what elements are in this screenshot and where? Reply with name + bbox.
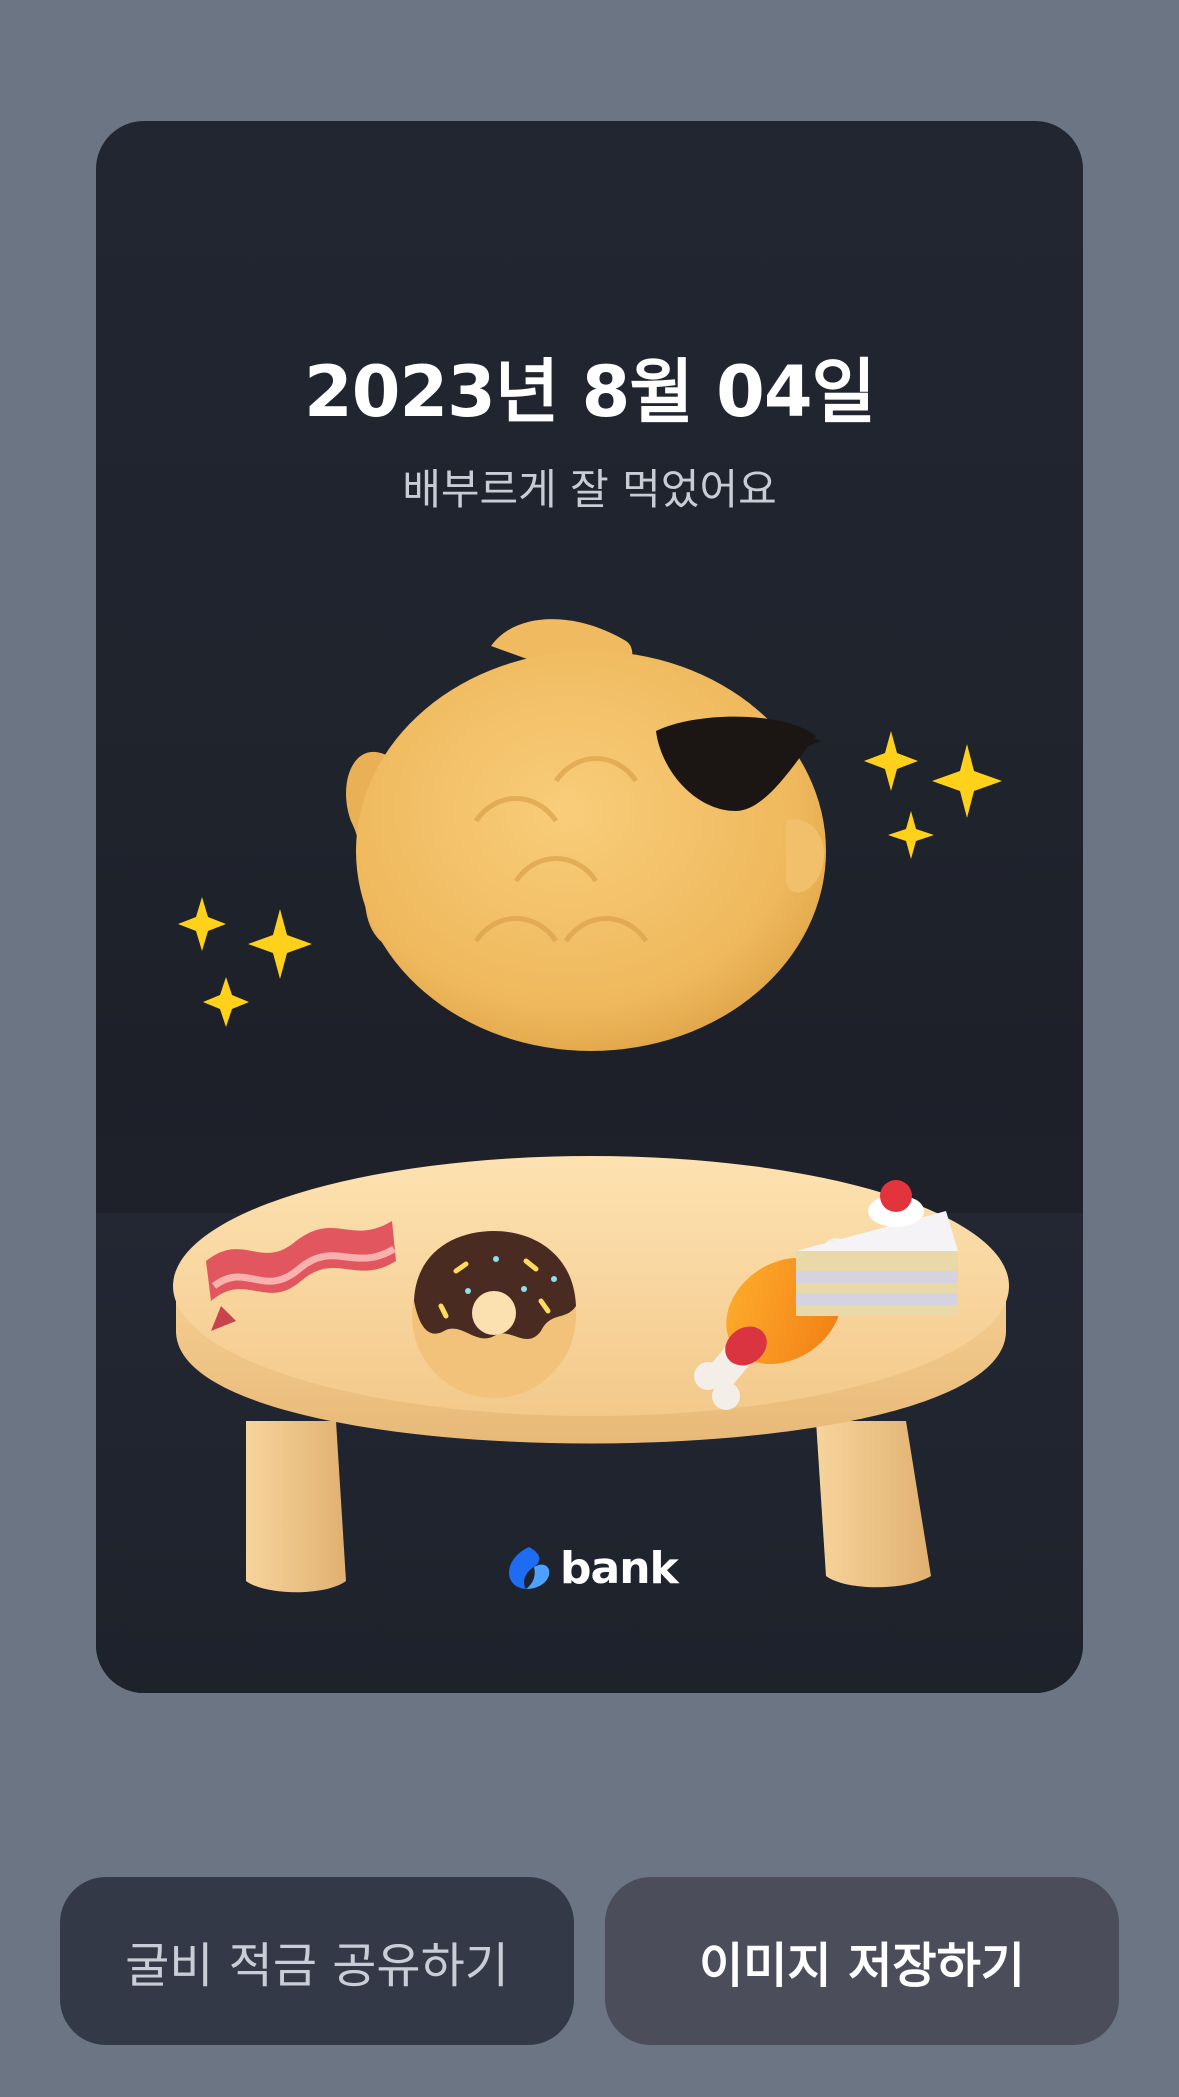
share-card: 2023년 8월 04일 배부르게 잘 먹었어요 bank [96,121,1083,1693]
share-button-label: 굴비 적금 공유하기 [125,1938,509,1994]
food-illustration [173,619,1009,1593]
save-image-button[interactable]: 이미지 저장하기 [605,1877,1119,2045]
donut-icon [412,1231,576,1398]
bank-logo-icon [509,1547,550,1589]
bank-logo: bank [504,1542,679,1594]
sparkle-icon [864,731,1002,859]
share-savings-button[interactable]: 굴비 적금 공유하기 [60,1877,574,2045]
fish-bread-icon [346,619,826,1051]
bank-logo-text: bank [560,1542,679,1594]
save-button-label: 이미지 저장하기 [699,1938,1025,1994]
sparkle-icon [178,897,312,1027]
